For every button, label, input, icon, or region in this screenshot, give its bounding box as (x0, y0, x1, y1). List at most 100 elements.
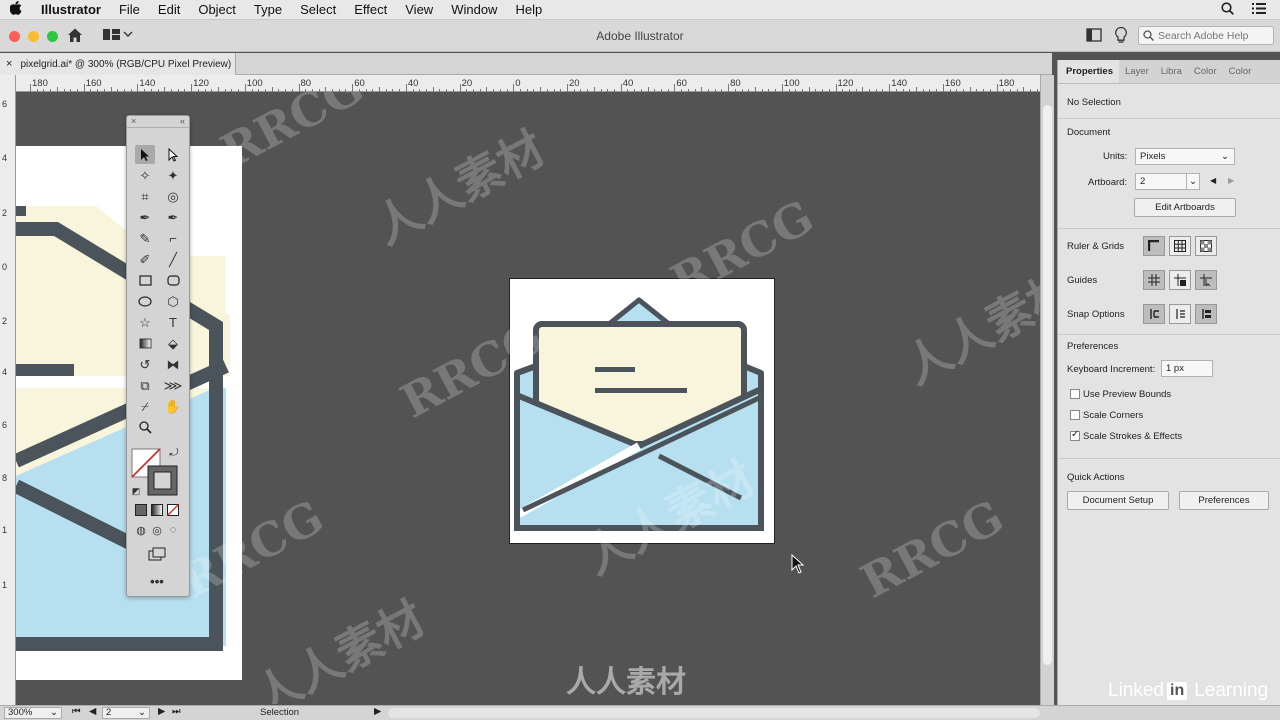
gradient-mode-icon[interactable] (149, 502, 165, 518)
artboard-nav-field[interactable]: 2 ⌄ (102, 707, 150, 719)
lock-guides-icon[interactable] (1169, 270, 1191, 290)
artboard-tool-icon[interactable]: ⌗ (135, 187, 155, 206)
panel-toggle-icon[interactable] (1086, 28, 1102, 45)
direct-selection-tool-icon[interactable] (163, 145, 183, 164)
artboard-dropdown-icon[interactable]: ⌄ (1186, 173, 1200, 190)
show-guides-icon[interactable] (1143, 270, 1165, 290)
collapse-panel-icon[interactable]: « (180, 116, 185, 126)
line-tool-icon[interactable]: ╱ (163, 250, 183, 269)
document-setup-button[interactable]: Document Setup (1067, 491, 1169, 510)
tab-libraries[interactable]: Libra (1155, 60, 1188, 83)
vertical-scrollbar[interactable] (1040, 75, 1054, 705)
menu-select[interactable]: Select (291, 0, 345, 20)
zoom-level-field[interactable]: 300% ⌄ (4, 707, 62, 719)
reflect-tool-icon[interactable]: ⧓ (163, 355, 183, 374)
first-artboard-icon[interactable]: ⏮ (72, 706, 81, 717)
arrange-documents-icon[interactable] (102, 26, 134, 47)
hand-tool-icon[interactable]: ✋ (163, 397, 183, 416)
snap-to-grid-icon[interactable] (1169, 304, 1191, 324)
scrollbar-thumb[interactable] (1043, 105, 1052, 665)
draw-inside-icon[interactable]: ◌ (165, 522, 181, 538)
zoom-tool-icon[interactable] (135, 418, 155, 437)
star-tool-icon[interactable]: ☆ (135, 313, 155, 332)
magic-wand-tool-icon[interactable]: ✧ (135, 166, 155, 185)
close-window-button[interactable] (9, 31, 20, 42)
type-tool-icon[interactable]: T (163, 313, 183, 332)
ellipse-tool-icon[interactable] (135, 292, 155, 311)
gradient-tool-icon[interactable] (135, 334, 155, 353)
tab-color-guide[interactable]: Color (1223, 60, 1258, 83)
menu-file[interactable]: File (110, 0, 149, 20)
smart-guides-icon[interactable] (1195, 270, 1217, 290)
menu-view[interactable]: View (396, 0, 442, 20)
stroke-swatch[interactable] (147, 465, 179, 497)
menu-object[interactable]: Object (189, 0, 245, 20)
document-tab[interactable]: × pixelgrid.ai* @ 300% (RGB/CPU Pixel Pr… (0, 53, 236, 75)
close-panel-icon[interactable]: × (131, 116, 136, 126)
color-mode-icon[interactable] (133, 502, 149, 518)
shape-builder-tool-icon[interactable]: ◎ (163, 187, 183, 206)
tab-properties[interactable]: Properties (1058, 60, 1119, 83)
pen-tool-icon[interactable]: ✒ (135, 208, 155, 227)
grid-toggle-icon[interactable] (1169, 236, 1191, 256)
scale-tool-icon[interactable]: ⧉ (135, 376, 155, 395)
eyedropper-tool-icon[interactable]: ⌿ (135, 397, 155, 416)
snap-to-point-icon[interactable] (1143, 304, 1165, 324)
artboard-field[interactable]: 2 (1135, 173, 1187, 190)
menu-edit[interactable]: Edit (149, 0, 189, 20)
minimize-window-button[interactable] (28, 31, 39, 42)
status-menu-arrow-icon[interactable]: ▶ (374, 706, 381, 717)
ruler-toggle-icon[interactable] (1143, 236, 1165, 256)
last-artboard-icon[interactable]: ⏭ (172, 706, 181, 717)
curvature-tool-icon[interactable]: ✎ (135, 229, 155, 248)
previous-artboard-icon[interactable]: ◀ (1210, 176, 1216, 185)
width-tool-icon[interactable]: ⋙ (163, 376, 183, 395)
menu-window[interactable]: Window (442, 0, 506, 20)
preferences-button[interactable]: Preferences (1179, 491, 1269, 510)
draw-behind-icon[interactable]: ◎ (149, 522, 165, 538)
close-tab-icon[interactable]: × (6, 58, 12, 70)
anchor-point-tool-icon[interactable]: ⌐ (163, 229, 183, 248)
paintbrush-tool-icon[interactable]: ✐ (135, 250, 155, 269)
lasso-tool-icon[interactable]: ✦ (163, 166, 183, 185)
apple-icon[interactable] (0, 1, 32, 18)
horizontal-scrollbar[interactable] (388, 708, 1040, 718)
rectangle-tool-icon[interactable] (135, 271, 155, 290)
lightbulb-icon[interactable] (1114, 26, 1128, 49)
home-icon[interactable] (66, 26, 84, 47)
rounded-rectangle-tool-icon[interactable] (163, 271, 183, 290)
next-artboard-icon[interactable]: ▶ (158, 706, 165, 717)
tools-panel-header[interactable]: × « (127, 116, 189, 128)
use-preview-bounds-checkbox[interactable] (1070, 389, 1080, 399)
draw-normal-icon[interactable]: ◍ (133, 522, 149, 538)
current-tool-status[interactable]: Selection (260, 707, 299, 718)
swap-fill-stroke-icon[interactable]: ⤾ (167, 446, 181, 460)
notification-center-icon[interactable] (1252, 3, 1266, 17)
scale-corners-checkbox[interactable] (1070, 410, 1080, 420)
next-artboard-icon[interactable]: ▶ (1228, 176, 1234, 185)
zoom-window-button[interactable] (47, 31, 58, 42)
add-anchor-tool-icon[interactable]: ✒ (163, 208, 183, 227)
menu-effect[interactable]: Effect (345, 0, 396, 20)
previous-artboard-icon[interactable]: ◀ (89, 706, 96, 717)
spotlight-search-icon[interactable] (1221, 2, 1234, 18)
menu-type[interactable]: Type (245, 0, 291, 20)
none-mode-icon[interactable] (165, 502, 181, 518)
main-artboard[interactable] (509, 278, 775, 544)
transparency-grid-icon[interactable] (1195, 236, 1217, 256)
edit-toolbar-icon[interactable]: ••• (147, 572, 167, 591)
snap-to-pixel-icon[interactable] (1195, 304, 1217, 324)
menu-help[interactable]: Help (506, 0, 551, 20)
tab-layers[interactable]: Layer (1119, 60, 1155, 83)
edit-artboards-button[interactable]: Edit Artboards (1134, 198, 1236, 217)
units-select[interactable]: Pixels ⌄ (1135, 148, 1235, 165)
search-help-field[interactable]: Search Adobe Help (1138, 26, 1274, 45)
screen-mode-icon[interactable] (147, 544, 167, 563)
live-paint-tool-icon[interactable]: ⬙ (163, 334, 183, 353)
selection-tool-icon[interactable] (135, 145, 155, 164)
keyboard-increment-field[interactable]: 1 px (1161, 360, 1213, 377)
tab-color[interactable]: Color (1188, 60, 1223, 83)
default-colors-icon[interactable]: ◩ (129, 484, 143, 498)
menu-app-name[interactable]: Illustrator (32, 0, 110, 20)
rotate-tool-icon[interactable]: ↺ (135, 355, 155, 374)
